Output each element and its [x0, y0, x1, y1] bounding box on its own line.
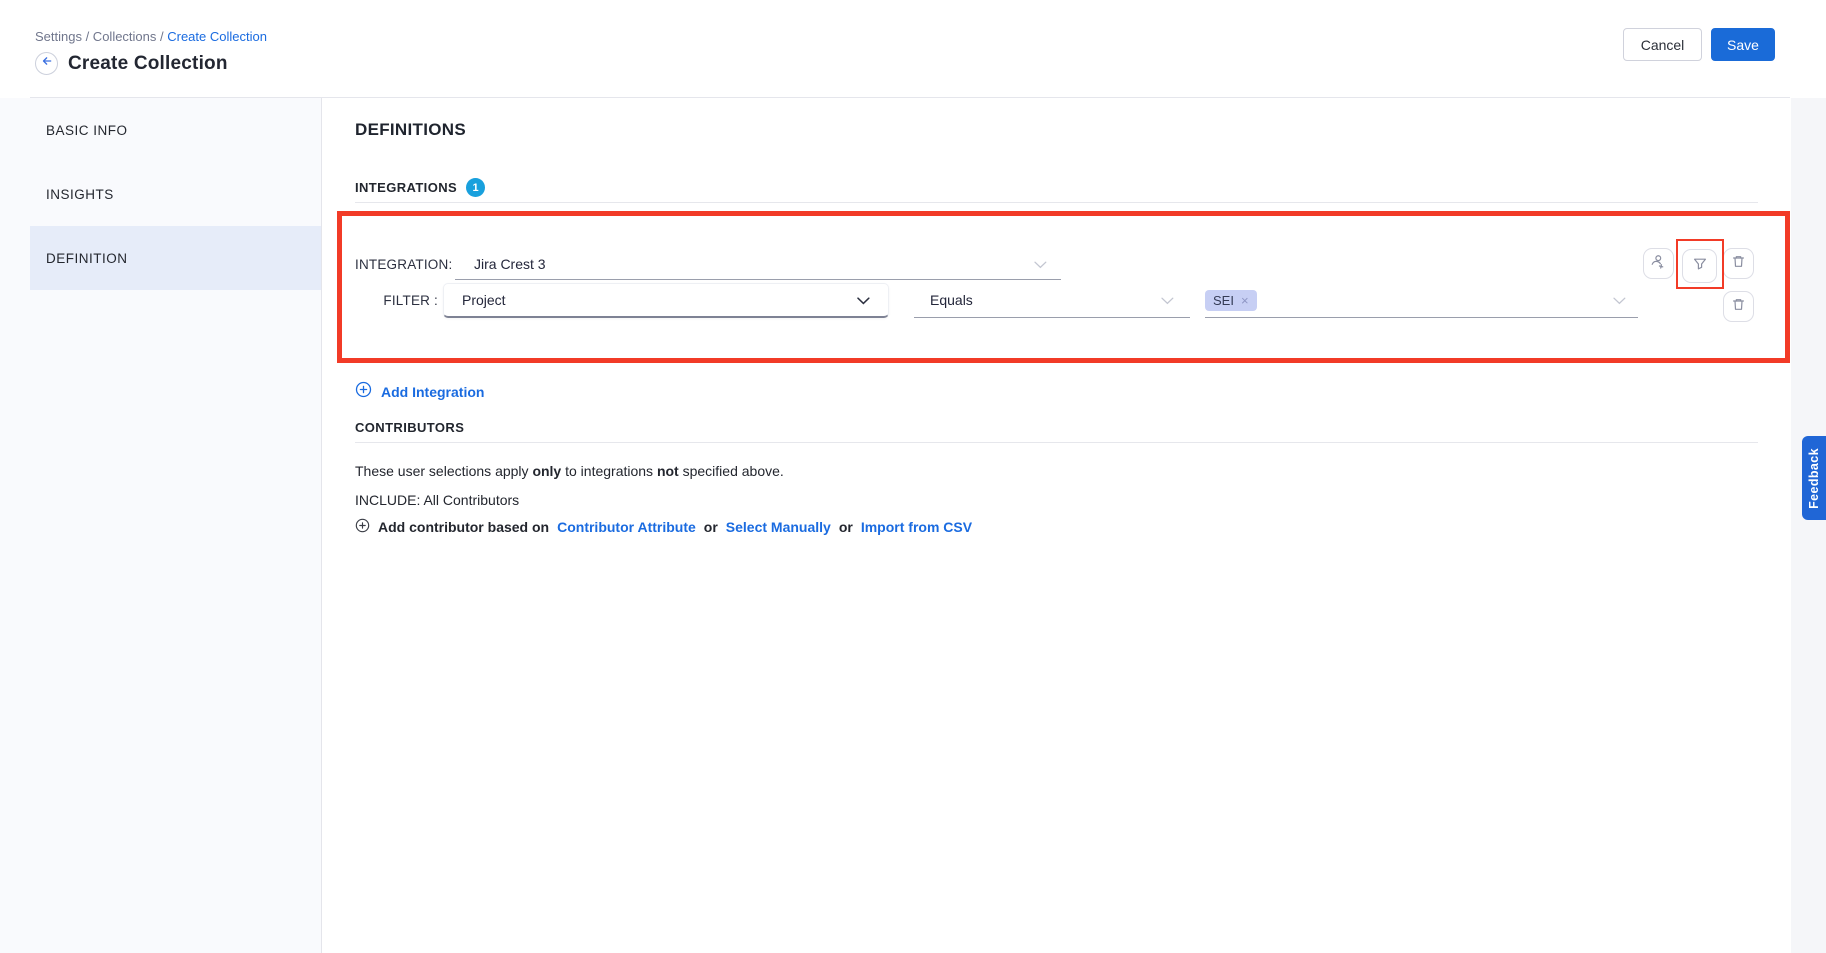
- create-collection-page: Settings / Collections / Create Collecti…: [0, 0, 1826, 953]
- save-button[interactable]: Save: [1711, 28, 1775, 61]
- definitions-heading: DEFINITIONS: [355, 120, 466, 140]
- contributors-note: These user selections apply only to inte…: [355, 463, 784, 479]
- funnel-filter-icon: [1692, 256, 1708, 277]
- sidebar-item-basic-info[interactable]: BASIC INFO: [0, 98, 321, 162]
- breadcrumb-current[interactable]: Create Collection: [167, 29, 267, 44]
- back-button[interactable]: [35, 52, 58, 75]
- sidebar: BASIC INFO INSIGHTS DEFINITION: [0, 98, 322, 953]
- sidebar-item-definition[interactable]: DEFINITION: [30, 226, 321, 290]
- integration-label: INTEGRATION:: [355, 248, 452, 280]
- cancel-button[interactable]: Cancel: [1623, 28, 1702, 61]
- chevron-down-icon: [1034, 256, 1047, 272]
- add-contributor-prefix: Add contributor based on: [378, 519, 549, 535]
- filter-operator-select[interactable]: Equals: [914, 283, 1190, 318]
- user-plus-icon: [1650, 253, 1667, 275]
- add-integration-label: Add Integration: [381, 384, 484, 400]
- plus-circle-icon: [355, 381, 372, 403]
- filter-operator-value: Equals: [930, 292, 973, 308]
- breadcrumb-settings-collections[interactable]: Settings / Collections /: [35, 29, 167, 44]
- filter-field-value: Project: [462, 292, 506, 308]
- filter-field-select[interactable]: Project: [443, 283, 889, 318]
- integration-select[interactable]: Jira Crest 3: [455, 248, 1061, 280]
- note-text: to integrations: [561, 463, 657, 479]
- trash-icon: [1731, 254, 1746, 274]
- note-text: specified above.: [679, 463, 784, 479]
- or-text: or: [704, 519, 718, 535]
- or-text: or: [839, 519, 853, 535]
- right-gutter: [1791, 98, 1826, 953]
- note-bold-not: not: [657, 463, 679, 479]
- chip-remove-icon[interactable]: ×: [1241, 293, 1249, 308]
- trash-icon: [1731, 297, 1746, 317]
- integrations-count-badge: 1: [466, 178, 485, 197]
- feedback-tab[interactable]: Feedback: [1802, 436, 1826, 520]
- plus-circle-icon: [355, 518, 370, 536]
- contributors-divider: [355, 442, 1758, 443]
- feedback-tab-label: Feedback: [1807, 448, 1821, 509]
- import-from-csv-link[interactable]: Import from CSV: [861, 519, 972, 535]
- note-bold-only: only: [532, 463, 561, 479]
- filter-values-select[interactable]: SEI ×: [1205, 283, 1638, 318]
- back-arrow-icon: [40, 54, 54, 73]
- contributors-section-label: CONTRIBUTORS: [355, 420, 464, 435]
- contributors-section-header: CONTRIBUTORS: [355, 420, 464, 435]
- filters-button[interactable]: [1682, 249, 1717, 283]
- chevron-down-icon: [1161, 292, 1174, 308]
- integrations-divider: [355, 202, 1758, 203]
- note-text: These user selections apply: [355, 463, 532, 479]
- page-title: Create Collection: [68, 53, 228, 75]
- integrations-section-header: INTEGRATIONS 1: [355, 178, 485, 197]
- integration-select-value: Jira Crest 3: [474, 256, 546, 272]
- filter-label: FILTER :: [355, 283, 438, 318]
- delete-filter-row-button[interactable]: [1723, 248, 1754, 279]
- chevron-down-icon: [1613, 292, 1626, 308]
- add-users-button[interactable]: [1643, 248, 1674, 279]
- filter-value-chip[interactable]: SEI ×: [1205, 290, 1257, 311]
- breadcrumb: Settings / Collections / Create Collecti…: [35, 29, 267, 44]
- include-line: INCLUDE: All Contributors: [355, 492, 519, 508]
- add-integration-link[interactable]: Add Integration: [355, 381, 484, 403]
- delete-integration-button[interactable]: [1723, 291, 1754, 322]
- sidebar-item-insights[interactable]: INSIGHTS: [0, 162, 321, 226]
- title-row: Create Collection: [35, 52, 228, 75]
- chevron-down-icon: [857, 292, 870, 308]
- select-manually-link[interactable]: Select Manually: [726, 519, 831, 535]
- integrations-section-label: INTEGRATIONS: [355, 180, 457, 195]
- contributor-attribute-link[interactable]: Contributor Attribute: [557, 519, 696, 535]
- add-contributor-row: Add contributor based on Contributor Att…: [355, 518, 972, 536]
- filter-value-chip-label: SEI: [1213, 293, 1234, 308]
